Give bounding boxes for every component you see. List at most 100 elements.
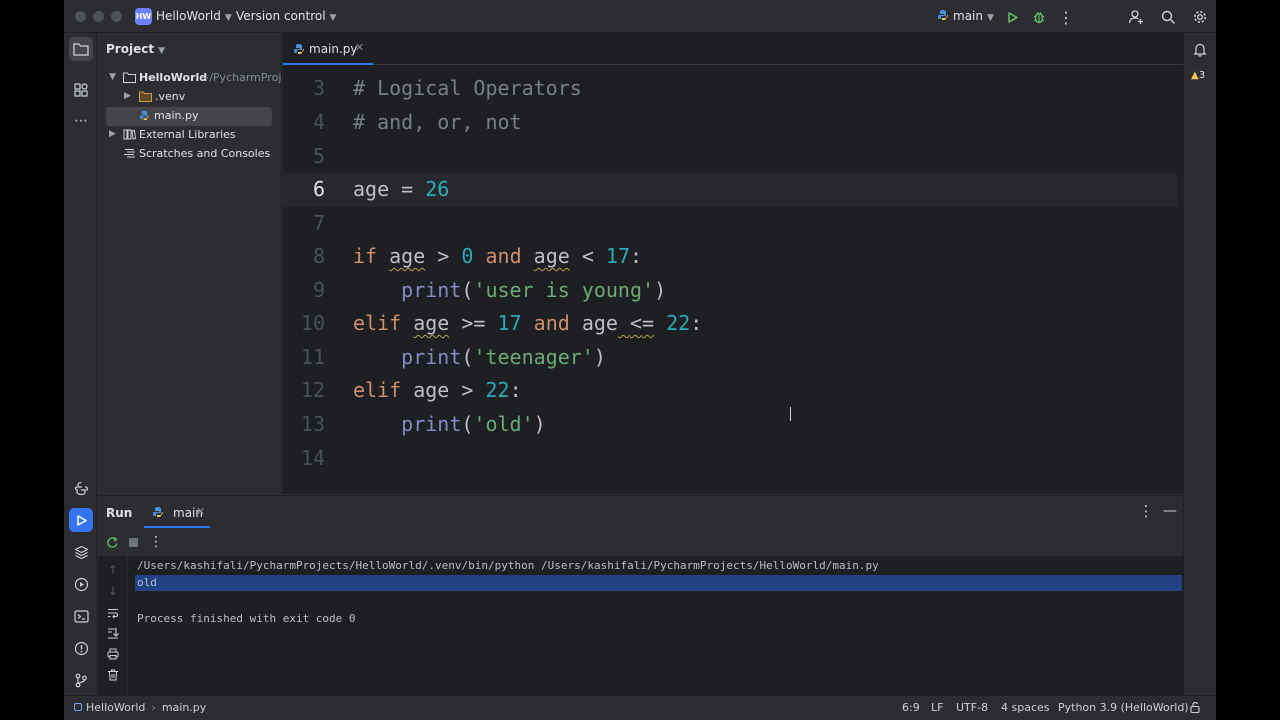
services-button[interactable] bbox=[69, 572, 93, 596]
folder-icon bbox=[139, 91, 152, 102]
ide-window: HW HelloWorld ▼ Version control ▼ main ▼ ⋮ bbox=[64, 0, 1216, 720]
python-packages-button[interactable] bbox=[69, 476, 93, 500]
window-close-button[interactable] bbox=[75, 11, 86, 22]
tree-item-external-libraries[interactable]: ▶ External Libraries bbox=[98, 126, 282, 145]
line-number: 11 bbox=[300, 345, 325, 369]
line-number: 10 bbox=[300, 311, 325, 335]
mouse-cursor bbox=[790, 407, 793, 421]
project-badge: HW bbox=[135, 8, 152, 25]
editor: main.py ✕ ⋮ 3 4 5 6 7 8 9 10 11 12 13 14… bbox=[283, 33, 1216, 494]
breadcrumb-project[interactable]: HelloWorld bbox=[86, 701, 145, 714]
git-button[interactable] bbox=[69, 668, 93, 692]
caret-position[interactable]: 6:9 bbox=[902, 701, 920, 714]
chevron-down-icon: ▼ bbox=[329, 13, 337, 23]
console-line: Process finished with exit code 0 bbox=[137, 612, 356, 625]
stop-button[interactable] bbox=[122, 531, 144, 553]
line-number: 9 bbox=[312, 278, 325, 302]
folder-icon bbox=[123, 72, 136, 83]
window-zoom-button[interactable] bbox=[111, 11, 122, 22]
notifications-button[interactable] bbox=[1189, 38, 1211, 60]
code-line: print('teenager') bbox=[401, 345, 606, 369]
unlock-icon bbox=[1190, 702, 1200, 714]
run-tab-main[interactable]: main ✕ bbox=[144, 496, 210, 528]
run-config-selector[interactable]: main ▼ bbox=[937, 9, 994, 23]
tab-label: main.py bbox=[309, 42, 358, 56]
settings-button[interactable] bbox=[1189, 6, 1211, 28]
add-user-icon bbox=[1128, 10, 1143, 24]
code-line: print('old') bbox=[401, 412, 546, 436]
console-output[interactable]: /Users/kashifali/PycharmProjects/HelloWo… bbox=[128, 556, 1183, 696]
left-tool-strip: ⋯ bbox=[64, 33, 97, 695]
scroll-to-end-button[interactable] bbox=[102, 622, 124, 644]
line-number: 3 bbox=[312, 76, 325, 100]
project-switcher[interactable]: HelloWorld ▼ bbox=[156, 9, 232, 23]
breadcrumb-file[interactable]: main.py bbox=[162, 701, 206, 714]
chevron-right-icon: ▶ bbox=[109, 129, 116, 139]
tree-item-scratches[interactable]: Scratches and Consoles bbox=[98, 145, 282, 164]
scroll-to-end-icon bbox=[108, 628, 119, 639]
git-branch-icon bbox=[75, 673, 87, 687]
project-panel-title[interactable]: Project ▼ bbox=[106, 42, 165, 56]
right-tool-strip bbox=[1183, 33, 1216, 695]
more-vertical-icon: ⋮ bbox=[1058, 7, 1074, 27]
console-toolbar: ↑ ↓ bbox=[98, 556, 128, 696]
hide-panel-button[interactable]: — bbox=[1159, 500, 1181, 522]
trash-icon bbox=[108, 669, 118, 681]
inspection-widget[interactable]: ▲3⌃⌄ bbox=[1191, 70, 1216, 81]
tree-item-label: External Libraries bbox=[139, 128, 236, 141]
structure-tool-button[interactable] bbox=[69, 78, 93, 102]
status-bar: HelloWorld › main.py 6:9 LF UTF-8 4 spaces… bbox=[64, 695, 1216, 720]
close-tab-button[interactable]: ✕ bbox=[355, 41, 364, 54]
python-interpreter[interactable]: Python 3.9 (HelloWorld) bbox=[1058, 701, 1189, 714]
run-config-label: main bbox=[953, 9, 983, 23]
module-icon bbox=[74, 703, 82, 711]
line-separator[interactable]: LF bbox=[931, 701, 943, 714]
selected-output-line bbox=[135, 575, 1182, 591]
add-user-button[interactable] bbox=[1125, 6, 1147, 28]
tree-item-label: main.py bbox=[154, 109, 199, 122]
problems-button[interactable] bbox=[69, 636, 93, 660]
print-button[interactable] bbox=[102, 643, 124, 665]
chevron-up-icon[interactable]: ⌃ bbox=[1215, 70, 1216, 81]
tree-item-venv[interactable]: ▶ .venv bbox=[98, 88, 282, 107]
file-encoding[interactable]: UTF-8 bbox=[956, 701, 988, 714]
breadcrumb: HelloWorld › main.py bbox=[74, 701, 206, 714]
soft-wrap-button[interactable] bbox=[102, 602, 124, 624]
search-button[interactable] bbox=[1157, 6, 1179, 28]
run-options-button[interactable]: ⋮ bbox=[1135, 500, 1157, 522]
code-line: if age > 0 and age < 17: bbox=[353, 244, 643, 268]
close-run-tab-button[interactable]: ✕ bbox=[196, 505, 205, 518]
line-number: 12 bbox=[300, 378, 325, 402]
library-icon bbox=[123, 129, 136, 140]
python-icon bbox=[153, 507, 163, 517]
window-minimize-button[interactable] bbox=[93, 11, 104, 22]
debug-button[interactable] bbox=[1028, 6, 1050, 28]
project-panel: Project▼ ▼ HelloWorld ~/PycharmProjects/… bbox=[98, 33, 282, 494]
run-button[interactable] bbox=[1001, 6, 1023, 28]
chevron-down-icon: ▼ bbox=[109, 72, 116, 82]
tree-item-label: HelloWorld bbox=[139, 71, 208, 84]
scroll-down-button[interactable]: ↓ bbox=[102, 580, 124, 602]
code-line: # Logical Operators bbox=[353, 76, 582, 100]
code-area[interactable]: 3 4 5 6 7 8 9 10 11 12 13 14 # Logical O… bbox=[283, 66, 1183, 494]
code-line: # and, or, not bbox=[353, 110, 522, 134]
lock-button[interactable] bbox=[1190, 701, 1201, 716]
scroll-up-button[interactable]: ↑ bbox=[102, 559, 124, 581]
python-console-button[interactable] bbox=[69, 540, 93, 564]
terminal-button[interactable] bbox=[69, 604, 93, 628]
run-more-button[interactable]: ⋮ bbox=[145, 531, 167, 553]
rerun-button[interactable] bbox=[101, 531, 123, 553]
clear-all-button[interactable] bbox=[102, 664, 124, 686]
rerun-icon bbox=[106, 536, 118, 548]
vcs-menu[interactable]: Version control ▼ bbox=[236, 9, 336, 23]
tree-item-helloworld[interactable]: ▼ HelloWorld ~/PycharmProjects/HelloWorl… bbox=[98, 69, 282, 88]
tree-item-label: Scratches and Consoles bbox=[139, 147, 271, 160]
run-tool-button[interactable] bbox=[69, 508, 93, 532]
code-line: age = 26 bbox=[353, 177, 450, 201]
tree-item-main-py[interactable]: main.py bbox=[106, 107, 272, 126]
tab-main-py[interactable]: main.py ✕ bbox=[283, 33, 373, 65]
more-tools-button[interactable]: ⋯ bbox=[69, 109, 93, 133]
indent-setting[interactable]: 4 spaces bbox=[1001, 701, 1050, 714]
more-actions-button[interactable]: ⋮ bbox=[1055, 6, 1077, 28]
project-tool-button[interactable] bbox=[69, 37, 93, 61]
